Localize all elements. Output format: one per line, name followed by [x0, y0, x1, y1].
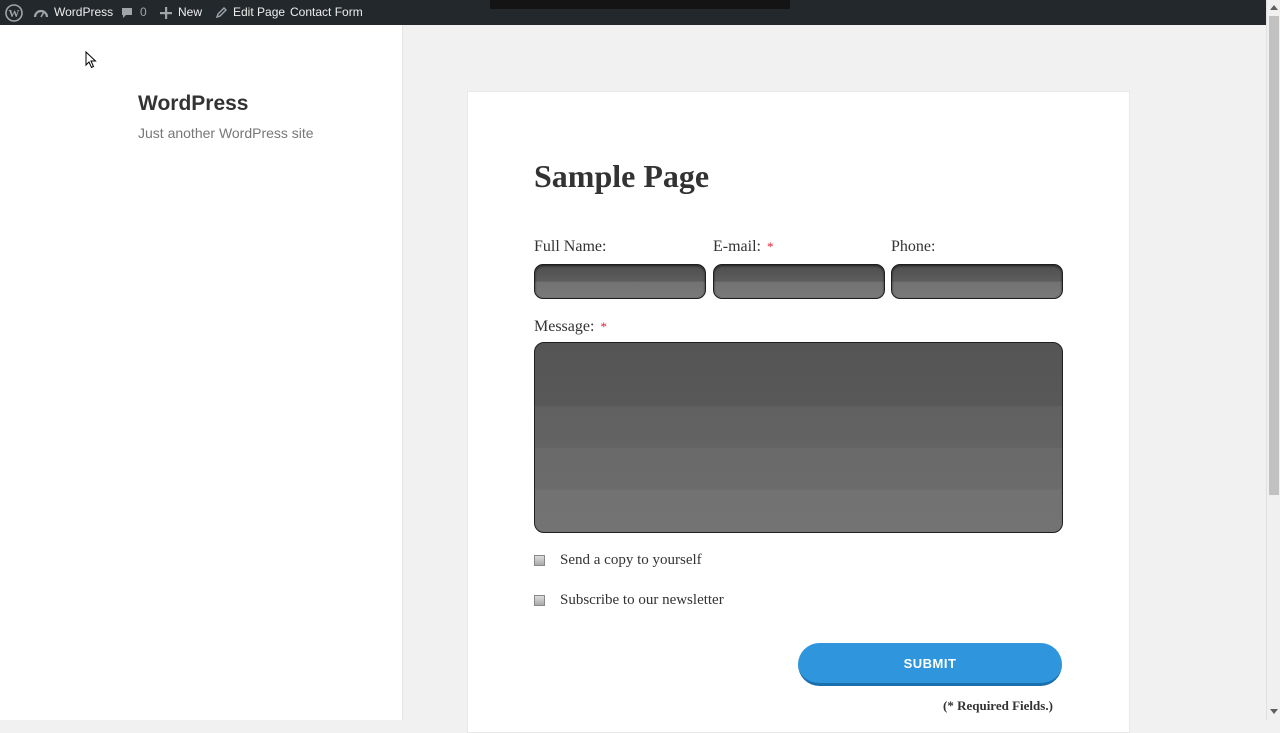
site-name-menu[interactable]: WordPress [34, 0, 113, 25]
message-label: Message: * [534, 318, 607, 336]
scrollbar-thumb[interactable] [1269, 16, 1279, 495]
contact-form-menu[interactable]: Contact Form [290, 0, 363, 25]
full-name-input[interactable] [534, 264, 706, 299]
cursor-icon [85, 50, 97, 73]
message-textarea[interactable] [534, 342, 1063, 533]
newsletter-label[interactable]: Subscribe to our newsletter [560, 592, 724, 609]
admin-bar-strip [490, 0, 790, 9]
new-label: New [178, 5, 203, 19]
page-title: Sample Page [534, 158, 710, 194]
dashboard-icon [34, 7, 48, 19]
edit-page-menu[interactable]: Edit Page [215, 0, 285, 25]
scroll-down-arrow-icon[interactable] [1270, 709, 1278, 714]
site-tagline: Just another WordPress site [138, 125, 314, 141]
submit-button[interactable]: SUBMIT [798, 643, 1062, 686]
send-copy-label[interactable]: Send a copy to yourself [560, 552, 702, 569]
wp-logo-menu[interactable]: W [5, 0, 23, 25]
email-label-text: E-mail: [713, 238, 761, 255]
wordpress-logo-icon: W [5, 3, 23, 22]
contact-form-label: Contact Form [290, 5, 363, 19]
email-input[interactable] [713, 264, 885, 299]
new-content-menu[interactable]: New [160, 0, 202, 25]
full-name-label: Full Name: [534, 238, 606, 256]
comments-menu[interactable]: 0 [121, 0, 147, 25]
svg-text:W: W [9, 8, 20, 20]
phone-label: Phone: [891, 238, 935, 256]
phone-label-text: Phone: [891, 238, 936, 255]
phone-input[interactable] [891, 264, 1063, 299]
pencil-icon [215, 6, 227, 19]
message-label-text: Message: [534, 318, 595, 335]
edit-page-label: Edit Page [233, 5, 286, 19]
admin-bar: W WordPress 0 New Edit Page Contact Form [0, 0, 1266, 25]
full-name-label-text: Full Name: [534, 238, 607, 255]
email-label: E-mail: * [713, 238, 773, 256]
site-name-label: WordPress [54, 5, 114, 19]
plus-icon [160, 6, 172, 19]
page-scrollbar[interactable] [1266, 0, 1280, 720]
required-marker: * [766, 239, 774, 254]
comments-count: 0 [140, 5, 147, 19]
required-fields-note: (* Required Fields.) [943, 698, 1053, 713]
comment-icon [121, 7, 133, 19]
send-copy-checkbox[interactable] [534, 555, 545, 566]
required-marker: * [600, 319, 607, 334]
content-card: Sample Page Full Name: E-mail: * Phone: M… [467, 91, 1130, 733]
site-sidebar: WordPress Just another WordPress site [0, 25, 403, 720]
newsletter-checkbox[interactable] [534, 595, 545, 606]
scroll-up-arrow-icon[interactable] [1270, 5, 1278, 10]
site-title[interactable]: WordPress [138, 92, 249, 116]
